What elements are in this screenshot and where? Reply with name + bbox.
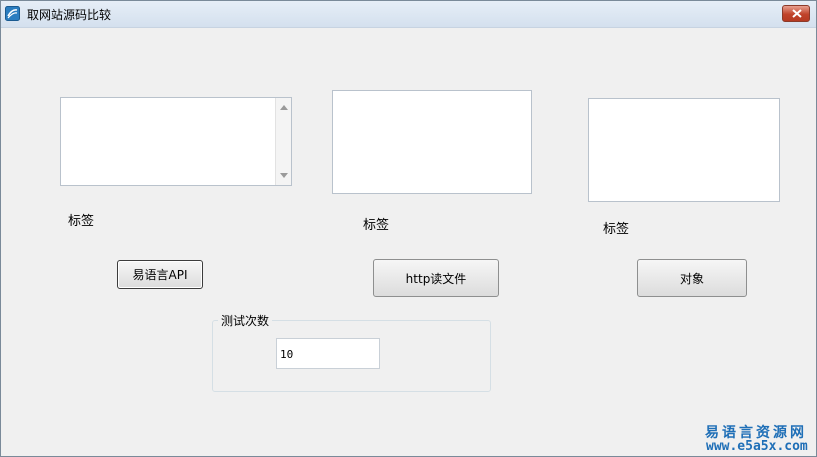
watermark-url: www.e5a5x.com: [706, 439, 808, 454]
result-label-http: 标签: [363, 218, 390, 233]
http-read-button[interactable]: http读文件: [373, 259, 499, 297]
result-textbox-object[interactable]: [588, 98, 780, 202]
vertical-scrollbar[interactable]: [275, 98, 291, 185]
scroll-down-arrow-icon[interactable]: [280, 173, 288, 178]
close-icon: [792, 9, 802, 18]
object-button[interactable]: 对象: [637, 259, 747, 297]
test-count-input[interactable]: 10: [276, 338, 380, 369]
result-textbox-http[interactable]: [332, 90, 532, 194]
result-label-object: 标签: [603, 222, 630, 237]
api-button[interactable]: 易语言API: [117, 260, 203, 289]
app-icon: [5, 6, 20, 21]
title-bar[interactable]: 取网站源码比较: [1, 1, 816, 28]
result-label-api: 标签: [68, 214, 95, 229]
result-textbox-api[interactable]: [60, 97, 292, 186]
window-title: 取网站源码比较: [27, 8, 112, 22]
close-button[interactable]: [782, 5, 810, 22]
test-count-caption: 测试次数: [218, 312, 273, 329]
scroll-up-arrow-icon[interactable]: [280, 105, 288, 110]
main-window: 取网站源码比较 标签 标签 标签 易语言API http读文件 对象 测试次数 …: [0, 0, 817, 457]
